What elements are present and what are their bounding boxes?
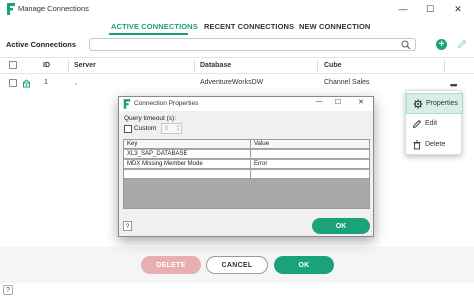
column-separator	[250, 160, 251, 169]
custom-timeout-label: Custom	[134, 125, 157, 132]
column-separator	[250, 140, 251, 149]
minimize-button[interactable]: —	[392, 0, 414, 18]
row-cube: Channel Sales	[324, 79, 370, 86]
properties-grid: Key Value XL3_SAP_DATABASE MDX Missing M…	[123, 139, 370, 209]
column-separator	[68, 60, 69, 72]
menu-item-delete[interactable]: Delete	[406, 134, 463, 155]
row-server: ,	[75, 79, 77, 86]
select-all-checkbox[interactable]	[9, 61, 17, 69]
section-label: Active Connections	[6, 40, 77, 49]
gear-icon	[413, 99, 423, 108]
app-logo-icon	[7, 3, 15, 15]
delete-button[interactable]: DELETE	[141, 256, 201, 274]
connection-properties-dialog: Connection Properties — ☐ ✕ Query timeou…	[118, 96, 374, 237]
property-key: XL3_SAP_DATABASE	[127, 151, 188, 157]
column-header-key: Key	[127, 141, 138, 147]
tab-recent-connections[interactable]: RECENT CONNECTIONS	[204, 22, 294, 31]
window-title: Manage Connections	[18, 4, 89, 13]
column-header-id[interactable]: ID	[43, 62, 50, 69]
column-separator	[250, 150, 251, 159]
stepper-arrows-icon[interactable]: ▲ ▼	[176, 124, 180, 132]
dialog-close-button[interactable]: ✕	[354, 98, 368, 106]
column-header-database[interactable]: Database	[200, 62, 231, 69]
menu-item-edit[interactable]: Edit	[406, 113, 463, 134]
column-separator	[444, 60, 445, 72]
table-row[interactable]: 1 , AdventureWorksDW Channel Sales	[0, 74, 474, 93]
search-input[interactable]	[89, 38, 416, 51]
add-connection-button[interactable]: +	[436, 39, 447, 50]
menu-item-label: Delete	[425, 141, 446, 148]
close-button[interactable]: ✕	[447, 0, 469, 18]
properties-grid-header: Key Value	[124, 140, 369, 149]
column-separator	[250, 170, 251, 179]
column-header-server[interactable]: Server	[74, 62, 96, 69]
app-logo-icon	[123, 99, 131, 109]
tab-bar: ACTIVE CONNECTIONS RECENT CONNECTIONS NE…	[0, 18, 474, 36]
property-key: MDX Missing Member Mode	[127, 161, 203, 167]
pencil-icon	[412, 119, 422, 128]
dialog-minimize-button[interactable]: —	[312, 98, 326, 105]
grid-header: ID Server Database Cube	[0, 57, 474, 74]
menu-item-label: Edit	[425, 120, 438, 127]
custom-timeout-checkbox[interactable]	[124, 125, 132, 133]
dialog-title: Connection Properties	[134, 100, 199, 107]
timeout-stepper[interactable]: 0 ▲ ▼	[161, 123, 182, 134]
help-button[interactable]: ?	[3, 285, 13, 295]
column-separator	[317, 60, 318, 72]
column-separator	[194, 60, 195, 72]
cancel-button[interactable]: CANCEL	[206, 256, 268, 274]
row-context-menu: Properties Edit Delete	[405, 90, 463, 155]
tab-new-connection[interactable]: NEW CONNECTION	[299, 22, 370, 31]
table-row[interactable]: XL3_SAP_DATABASE	[124, 150, 369, 159]
connection-icon	[22, 79, 31, 88]
table-row[interactable]	[124, 170, 369, 179]
dialog-ok-button[interactable]: OK	[312, 218, 370, 234]
ok-button[interactable]: OK	[274, 256, 334, 274]
dialog-help-button[interactable]: ?	[123, 221, 132, 231]
row-checkbox[interactable]	[9, 79, 17, 87]
menu-item-properties[interactable]: Properties	[406, 93, 463, 114]
row-database: AdventureWorksDW	[200, 79, 264, 86]
active-tab-indicator	[109, 33, 188, 35]
row-id: 1	[44, 79, 48, 86]
timeout-value: 0	[165, 126, 169, 132]
trash-icon	[413, 140, 421, 149]
more-options-icon[interactable]: •••	[450, 80, 458, 90]
tab-active-connections[interactable]: ACTIVE CONNECTIONS	[111, 22, 198, 31]
manage-connections-window: Manage Connections — ☐ ✕ ACTIVE CONNECTI…	[0, 0, 474, 298]
maximize-button[interactable]: ☐	[419, 0, 441, 18]
column-header-cube[interactable]: Cube	[324, 62, 342, 69]
timeout-label: Query timeout (s):	[124, 115, 177, 122]
property-value[interactable]: Error	[254, 161, 267, 167]
dialog-maximize-button[interactable]: ☐	[331, 98, 345, 106]
column-header-value: Value	[254, 141, 269, 147]
title-bar: Manage Connections — ☐ ✕	[0, 0, 474, 18]
dialog-title-bar: Connection Properties — ☐ ✕	[119, 97, 373, 111]
table-row[interactable]: MDX Missing Member Mode Error	[124, 160, 369, 169]
search-icon[interactable]	[401, 40, 411, 50]
pencil-icon[interactable]	[457, 39, 467, 49]
menu-item-label: Properties	[426, 100, 458, 107]
